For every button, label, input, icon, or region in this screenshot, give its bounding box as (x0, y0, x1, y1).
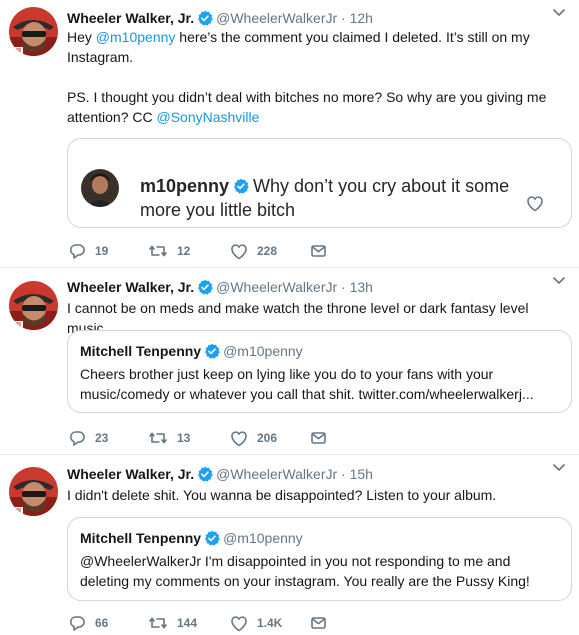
chevron-down-icon[interactable] (553, 274, 565, 286)
like-count: 1.4K (257, 616, 283, 630)
dm-button[interactable] (310, 241, 327, 261)
retweet-icon (149, 617, 167, 629)
like-button[interactable]: 1.4K (230, 613, 282, 633)
retweet-icon (149, 432, 167, 444)
reply-count: 19 (95, 244, 109, 258)
like-count: 206 (257, 431, 278, 445)
tweet-actions: 19 12 228 (68, 241, 338, 261)
tweet-header: Wheeler Walker, Jr. @WheelerWalkerJr · 13… (67, 278, 373, 299)
author-name[interactable]: Wheeler Walker, Jr. (67, 279, 194, 295)
reply-count: 23 (95, 431, 109, 445)
retweet-button[interactable]: 144 (148, 613, 197, 633)
avatar[interactable] (9, 7, 58, 56)
reply-icon (70, 244, 85, 259)
envelope-icon (311, 432, 326, 444)
reply-button[interactable]: 19 (68, 241, 108, 261)
verified-icon (204, 342, 221, 363)
verified-icon (197, 465, 214, 486)
reply-button[interactable]: 23 (68, 428, 108, 448)
avatar[interactable] (9, 281, 58, 330)
retweet-count: 13 (177, 431, 191, 445)
mention-link[interactable]: @m10penny (96, 29, 176, 45)
quoted-author-name: Mitchell Tenpenny (80, 530, 202, 546)
dm-button[interactable] (310, 428, 327, 448)
quoted-header: Mitchell Tenpenny @m10penny (80, 529, 303, 550)
tweet-header: Wheeler Walker, Jr. @WheelerWalkerJr · 15… (67, 465, 373, 486)
text-segment: Hey (67, 29, 96, 45)
separator: · (337, 466, 350, 482)
heart-icon (231, 244, 247, 260)
mention-link[interactable]: @SonyNashville (157, 109, 260, 125)
reply-button[interactable]: 66 (68, 613, 108, 633)
tweet-text: Hey @m10penny here’s the comment you cla… (67, 27, 567, 67)
verified-icon (197, 278, 214, 299)
chevron-down-icon[interactable] (553, 6, 565, 18)
tweet-text: I didn't delete shit. You wanna be disap… (67, 487, 497, 503)
timestamp[interactable]: 13h (350, 279, 373, 295)
dm-button[interactable] (310, 613, 327, 633)
retweet-count: 144 (177, 616, 198, 630)
heart-icon (231, 431, 247, 447)
chevron-down-icon[interactable] (553, 461, 565, 473)
verified-icon (233, 177, 250, 199)
reply-icon (70, 616, 85, 631)
separator: · (337, 279, 350, 295)
verified-icon (204, 529, 221, 550)
quoted-tweet[interactable]: Mitchell Tenpenny @m10penny Cheers brothe… (67, 330, 572, 413)
embed-username: m10penny (140, 176, 230, 196)
retweet-button[interactable]: 13 (148, 428, 190, 448)
quoted-text: Cheers brother just keep on lying like y… (80, 366, 534, 402)
quoted-tweet[interactable]: Mitchell Tenpenny @m10penny @WheelerWalke… (67, 517, 572, 601)
author-handle[interactable]: @WheelerWalkerJr (216, 466, 337, 482)
tweet-text-p2: PS. I thought you didn’t deal with bitch… (67, 87, 567, 127)
instagram-embed[interactable]: m10penny Why don’t you cry about it some … (67, 138, 572, 228)
retweet-icon (149, 245, 167, 257)
tweet-2[interactable]: Wheeler Walker, Jr. @WheelerWalkerJr · 13… (0, 268, 579, 455)
envelope-icon (311, 617, 326, 629)
retweet-button[interactable]: 12 (148, 241, 190, 261)
avatar[interactable] (9, 467, 58, 516)
quoted-header: Mitchell Tenpenny @m10penny (80, 342, 303, 363)
timestamp[interactable]: 15h (350, 466, 373, 482)
heart-icon (526, 194, 544, 217)
text-segment: PS. I thought you didn’t deal with bitch… (67, 89, 547, 125)
tweet-actions: 66 144 1.4K (68, 613, 338, 633)
quoted-author-name: Mitchell Tenpenny (80, 343, 202, 359)
author-name[interactable]: Wheeler Walker, Jr. (67, 10, 194, 26)
author-handle[interactable]: @WheelerWalkerJr (216, 279, 337, 295)
tweet-1[interactable]: Wheeler Walker, Jr. @WheelerWalkerJr · 12… (0, 0, 579, 268)
envelope-icon (311, 245, 326, 257)
tweet-3[interactable]: Wheeler Walker, Jr. @WheelerWalkerJr · 15… (0, 455, 579, 635)
quoted-text: @WheelerWalkerJr I'm disappointed in you… (80, 553, 530, 589)
tweet-actions: 23 13 206 (68, 428, 338, 448)
author-handle[interactable]: @WheelerWalkerJr (216, 10, 337, 26)
heart-icon (231, 616, 247, 632)
embed-comment: m10penny Why don’t you cry about it some … (140, 175, 520, 221)
retweet-count: 12 (177, 244, 191, 258)
quoted-author-handle: @m10penny (223, 530, 303, 546)
separator: · (337, 10, 350, 26)
quoted-author-handle: @m10penny (223, 343, 303, 359)
like-button[interactable]: 206 (230, 428, 277, 448)
reply-icon (70, 431, 85, 446)
reply-count: 66 (95, 616, 109, 630)
timestamp[interactable]: 12h (350, 10, 373, 26)
like-count: 228 (257, 244, 278, 258)
like-button[interactable]: 228 (230, 241, 277, 261)
author-name[interactable]: Wheeler Walker, Jr. (67, 466, 194, 482)
embed-avatar (81, 169, 119, 207)
